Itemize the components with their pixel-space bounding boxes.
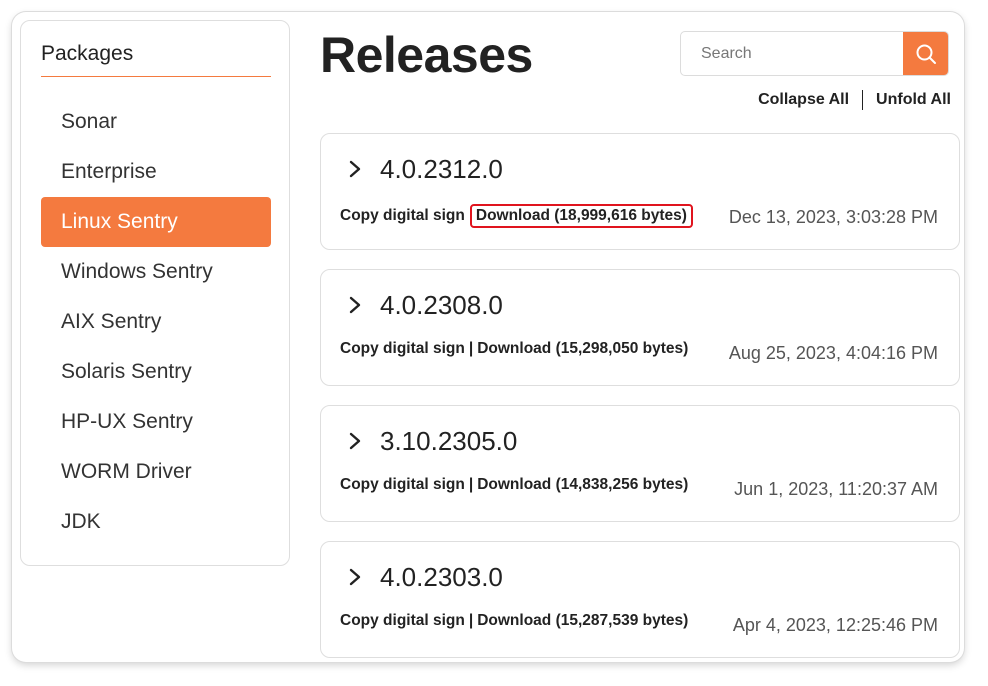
unfold-all-link[interactable]: Unfold All	[876, 91, 951, 109]
sidebar-item-jdk[interactable]: JDK	[41, 497, 271, 547]
search-icon	[916, 44, 936, 64]
release-card: 3.10.2305.0 Copy digital sign | Download…	[320, 405, 960, 522]
page-title: Releases	[320, 27, 533, 83]
release-actions: Copy digital sign | Download (15,287,539…	[340, 612, 688, 630]
expand-controls: Collapse All Unfold All	[758, 90, 951, 110]
release-card: 4.0.2303.0 Copy digital sign | Download …	[320, 541, 960, 658]
sidebar-item-sonar[interactable]: Sonar	[41, 97, 271, 147]
release-date: Jun 1, 2023, 11:20:37 AM	[734, 479, 938, 499]
copy-digital-sign-link[interactable]: Copy digital sign	[340, 207, 465, 225]
release-date: Dec 13, 2023, 3:03:28 PM	[728, 207, 938, 227]
copy-digital-sign-link[interactable]: Copy digital sign	[340, 476, 465, 494]
packages-sidebar: Packages Sonar Enterprise Linux Sentry W…	[20, 20, 290, 566]
sidebar-item-worm-driver[interactable]: WORM Driver	[41, 447, 271, 497]
chevron-right-icon[interactable]	[347, 157, 363, 181]
search-box	[680, 31, 949, 76]
download-link[interactable]: Download (15,298,050 bytes)	[477, 340, 688, 358]
sidebar-item-hp-ux-sentry[interactable]: HP-UX Sentry	[41, 397, 271, 447]
sidebar-list: Sonar Enterprise Linux Sentry Windows Se…	[41, 97, 271, 547]
release-actions: Copy digital sign Download (18,999,616 b…	[340, 204, 693, 228]
chevron-right-icon[interactable]	[347, 565, 363, 589]
chevron-right-icon[interactable]	[347, 293, 363, 317]
release-list: 4.0.2312.0 Copy digital sign Download (1…	[320, 133, 960, 658]
release-card: 4.0.2312.0 Copy digital sign Download (1…	[320, 133, 960, 250]
download-link[interactable]: Download (14,838,256 bytes)	[477, 476, 688, 494]
action-separator: |	[468, 340, 474, 357]
sidebar-title: Packages	[41, 41, 271, 77]
download-link[interactable]: Download (18,999,616 bytes)	[469, 204, 693, 228]
search-button[interactable]	[903, 32, 948, 75]
release-date: Aug 25, 2023, 4:04:16 PM	[728, 343, 938, 363]
download-link[interactable]: Download (15,287,539 bytes)	[477, 612, 688, 630]
action-separator: |	[468, 476, 474, 493]
release-version[interactable]: 3.10.2305.0	[380, 426, 517, 457]
release-date: Apr 4, 2023, 12:25:46 PM	[732, 615, 938, 635]
sidebar-item-linux-sentry[interactable]: Linux Sentry	[41, 197, 271, 247]
sidebar-item-windows-sentry[interactable]: Windows Sentry	[41, 247, 271, 297]
collapse-all-link[interactable]: Collapse All	[758, 91, 849, 109]
release-version[interactable]: 4.0.2312.0	[380, 154, 503, 185]
action-separator: |	[468, 612, 474, 629]
search-input[interactable]	[681, 32, 905, 75]
release-version[interactable]: 4.0.2303.0	[380, 562, 503, 593]
release-card: 4.0.2308.0 Copy digital sign | Download …	[320, 269, 960, 386]
release-actions: Copy digital sign | Download (14,838,256…	[340, 476, 688, 494]
release-version[interactable]: 4.0.2308.0	[380, 290, 503, 321]
copy-digital-sign-link[interactable]: Copy digital sign	[340, 612, 465, 630]
chevron-right-icon[interactable]	[347, 429, 363, 453]
sidebar-item-solaris-sentry[interactable]: Solaris Sentry	[41, 347, 271, 397]
link-divider	[862, 90, 864, 110]
copy-digital-sign-link[interactable]: Copy digital sign	[340, 340, 465, 358]
release-actions: Copy digital sign | Download (15,298,050…	[340, 340, 688, 358]
sidebar-item-enterprise[interactable]: Enterprise	[41, 147, 271, 197]
sidebar-item-aix-sentry[interactable]: AIX Sentry	[41, 297, 271, 347]
